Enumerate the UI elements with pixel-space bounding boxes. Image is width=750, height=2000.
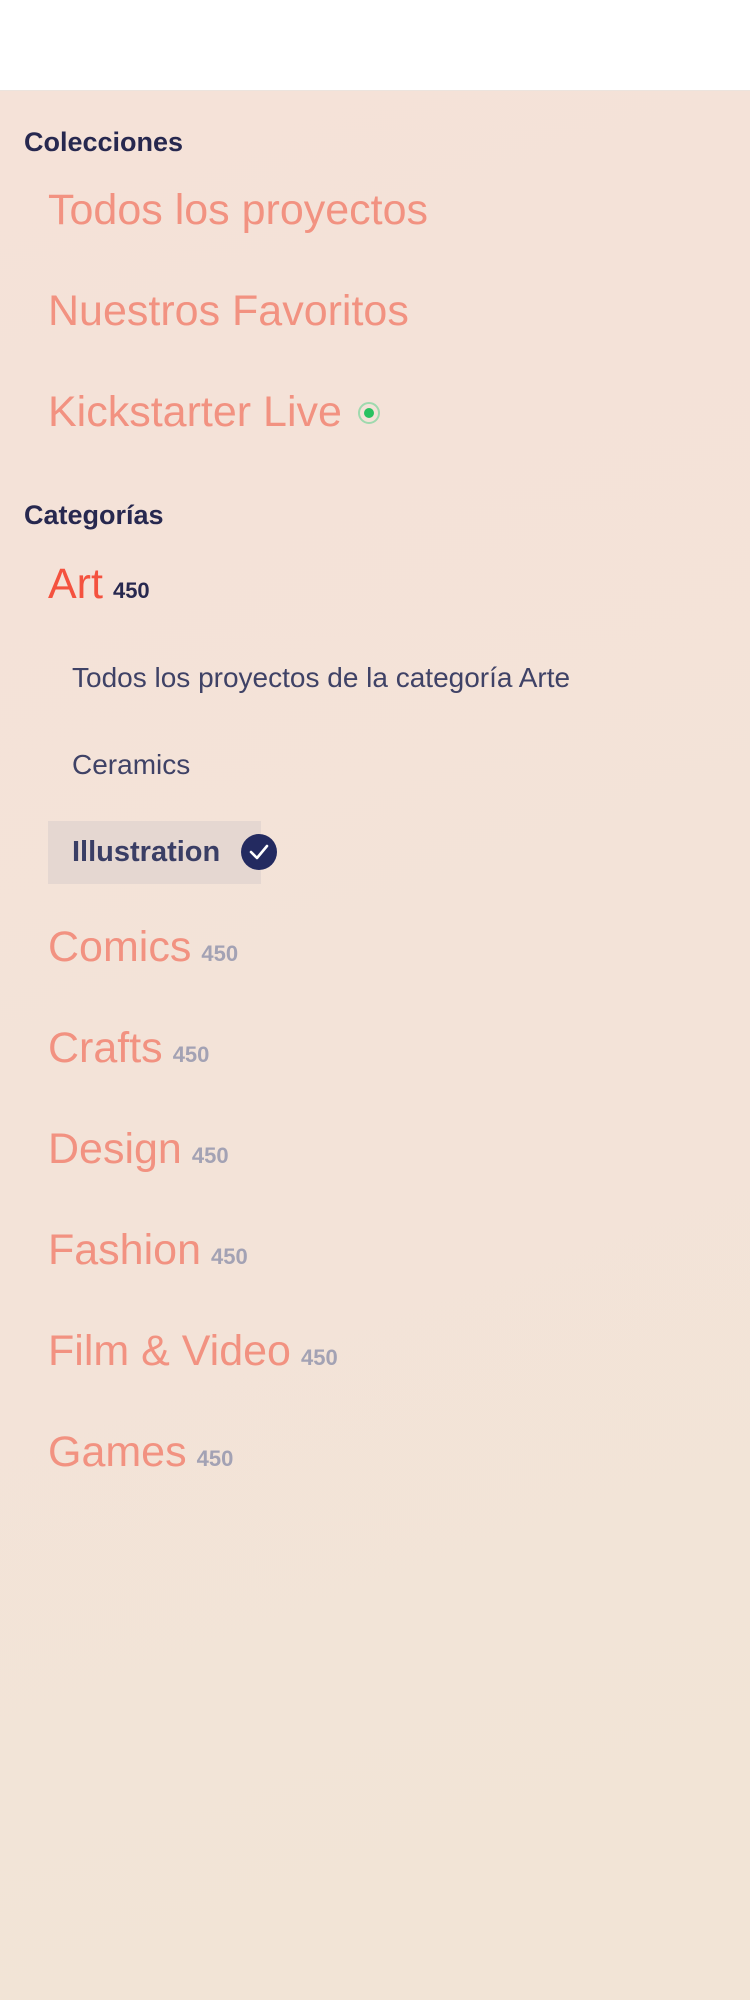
category-count: 450 — [191, 1143, 229, 1168]
collection-favorites[interactable]: Nuestros Favoritos — [48, 290, 409, 333]
category-label: Games — [48, 1428, 187, 1476]
category-label: Design — [48, 1125, 182, 1173]
category-games[interactable]: Games 450 — [48, 1431, 233, 1474]
collection-kickstarter-live[interactable]: Kickstarter Live — [48, 391, 380, 434]
category-crafts[interactable]: Crafts 450 — [48, 1027, 209, 1070]
category-count: 450 — [210, 1244, 248, 1269]
category-art[interactable]: Art 450 — [48, 563, 150, 606]
category-label: Fashion — [48, 1226, 201, 1274]
category-film-video[interactable]: Film & Video 450 — [48, 1330, 338, 1373]
collection-all-projects[interactable]: Todos los proyectos — [48, 189, 428, 232]
category-count: 450 — [172, 1042, 210, 1067]
category-count: 450 — [112, 578, 150, 603]
category-fashion[interactable]: Fashion 450 — [48, 1229, 248, 1272]
category-filter-panel: Colecciones Todos los proyectos Nuestros… — [0, 90, 750, 2000]
top-bar — [0, 0, 750, 90]
collections-heading: Colecciones — [24, 127, 184, 157]
selected-subcategory-label: Illustration — [72, 836, 221, 868]
check-icon — [241, 834, 277, 870]
live-indicator-icon — [357, 401, 380, 424]
category-count: 450 — [300, 1345, 338, 1370]
category-design[interactable]: Design 450 — [48, 1128, 229, 1171]
collection-kickstarter-live-label: Kickstarter Live — [48, 388, 342, 436]
category-label: Art — [48, 560, 103, 608]
subcategory-all-art[interactable]: Todos los proyectos de la categoría Arte — [72, 664, 570, 692]
subcategory-illustration-selected[interactable]: Illustration — [48, 821, 277, 884]
category-label: Comics — [48, 923, 192, 971]
category-label: Crafts — [48, 1024, 163, 1072]
category-count: 450 — [196, 1446, 234, 1471]
subcategory-ceramics[interactable]: Ceramics — [72, 751, 190, 779]
category-label: Film & Video — [48, 1327, 291, 1375]
category-comics[interactable]: Comics 450 — [48, 926, 238, 969]
category-count: 450 — [201, 941, 239, 966]
categories-heading: Categorías — [24, 500, 164, 530]
